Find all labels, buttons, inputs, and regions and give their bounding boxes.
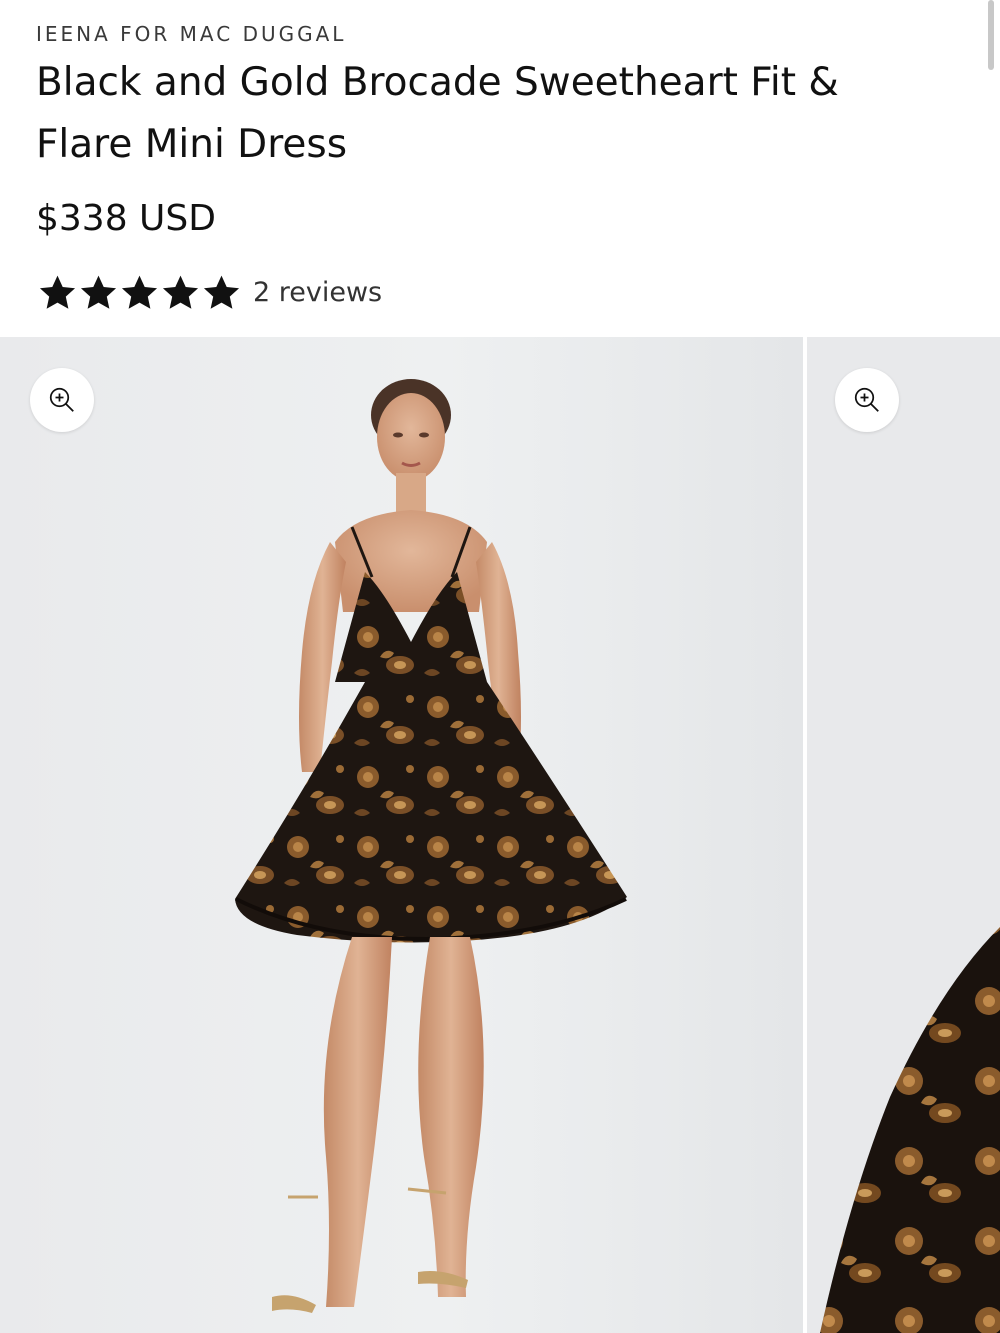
product-info: IEENA FOR MAC DUGGAL Black and Gold Broc… xyxy=(0,0,1000,337)
scrollbar[interactable] xyxy=(988,0,994,70)
gallery-slide-main[interactable] xyxy=(0,337,803,1333)
product-title: Black and Gold Brocade Sweetheart Fit & … xyxy=(36,60,839,167)
star-icon xyxy=(120,273,159,312)
product-price: $338 USD xyxy=(36,198,216,239)
image-gallery[interactable] xyxy=(0,337,1000,1333)
product-photo-model xyxy=(235,379,627,1313)
star-icon xyxy=(202,273,241,312)
star-rating xyxy=(38,273,241,312)
product-page: IEENA FOR MAC DUGGAL Black and Gold Broc… xyxy=(0,0,1000,1333)
star-icon xyxy=(161,273,200,312)
zoom-button[interactable] xyxy=(835,368,899,432)
product-photo-detail xyxy=(820,927,1000,1333)
reviews-link[interactable]: 2 reviews xyxy=(253,277,382,308)
brand-name[interactable]: IEENA FOR MAC DUGGAL xyxy=(36,22,346,46)
zoom-in-icon xyxy=(854,387,879,412)
star-icon xyxy=(38,273,77,312)
zoom-button[interactable] xyxy=(30,368,94,432)
star-icon xyxy=(79,273,118,312)
gallery-slide-detail[interactable] xyxy=(807,337,1000,1333)
rating-summary[interactable]: 2 reviews xyxy=(38,270,382,314)
zoom-in-icon xyxy=(49,387,74,412)
